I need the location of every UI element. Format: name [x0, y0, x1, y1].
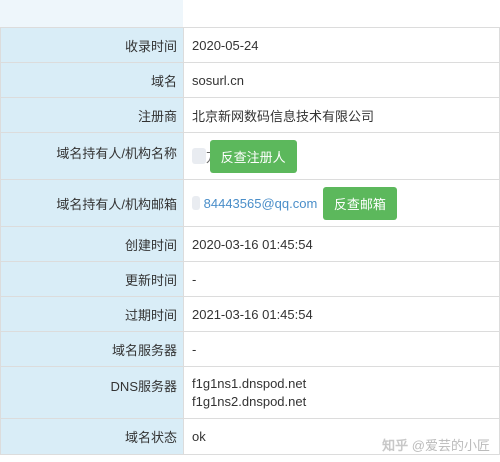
label-domain-server: 域名服务器 [0, 331, 184, 367]
dns-server-2: f1g1ns2.dnspod.net [192, 393, 307, 409]
zhihu-watermark: 知乎 @爱芸的小匠 [382, 435, 490, 454]
value-registrar: 北京新网数码信息技术有限公司 [183, 97, 500, 133]
label-registrant-email: 域名持有人/机构邮箱 [0, 179, 184, 227]
label-dns-server: DNS服务器 [0, 366, 184, 419]
label-updated-time: 更新时间 [0, 261, 184, 297]
label-indexed-time: 收录时间 [0, 27, 184, 63]
value-indexed-time: 2020-05-24 [183, 27, 500, 63]
domain-info-table: 收录时间 2020-05-24 域名 sosurl.cn 注册商 北京新网数码信… [0, 27, 500, 455]
watermark-author: @爱芸的小匠 [411, 438, 490, 453]
table-row: 收录时间 2020-05-24 [0, 27, 500, 63]
value-registrant-name: 万晨 反查注册人 [183, 132, 500, 180]
reverse-lookup-registrant-button[interactable]: 反查注册人 [209, 139, 297, 173]
table-row: 创建时间 2020-03-16 01:45:54 [0, 226, 500, 262]
top-value-cell [183, 0, 500, 28]
top-label-cell [0, 0, 183, 28]
reverse-lookup-email-button[interactable]: 反查邮箱 [322, 186, 397, 220]
label-registrar: 注册商 [0, 97, 184, 133]
label-created-time: 创建时间 [0, 226, 184, 262]
top-strip [0, 0, 500, 28]
dns-server-1: f1g1ns1.dnspod.net [192, 375, 307, 391]
table-row: 注册商 北京新网数码信息技术有限公司 [0, 97, 500, 133]
label-domain-status: 域名状态 [0, 418, 184, 455]
value-domain-server: - [183, 331, 500, 367]
table-row: 域名 sosurl.cn [0, 62, 500, 98]
redaction-mask [192, 148, 206, 164]
label-registrant-name: 域名持有人/机构名称 [0, 132, 184, 180]
label-domain: 域名 [0, 62, 184, 98]
redaction-mask [192, 196, 200, 210]
table-row: DNS服务器 f1g1ns1.dnspod.net f1g1ns2.dnspod… [0, 366, 500, 419]
registrant-email-partial[interactable]: 84443565@qq.com [204, 196, 318, 211]
value-dns-servers: f1g1ns1.dnspod.net f1g1ns2.dnspod.net [183, 366, 500, 419]
value-expiry-time: 2021-03-16 01:45:54 [183, 296, 500, 332]
zhihu-logo: 知乎 [382, 438, 409, 453]
table-row: 域名持有人/机构邮箱 84443565@qq.com 反查邮箱 [0, 179, 500, 227]
label-expiry-time: 过期时间 [0, 296, 184, 332]
table-row: 过期时间 2021-03-16 01:45:54 [0, 296, 500, 332]
value-registrant-email: 84443565@qq.com 反查邮箱 [183, 179, 500, 227]
value-domain: sosurl.cn [183, 62, 500, 98]
table-row: 域名持有人/机构名称 万晨 反查注册人 [0, 132, 500, 180]
value-created-time: 2020-03-16 01:45:54 [183, 226, 500, 262]
table-row: 更新时间 - [0, 261, 500, 297]
table-row: 域名服务器 - [0, 331, 500, 367]
value-updated-time: - [183, 261, 500, 297]
